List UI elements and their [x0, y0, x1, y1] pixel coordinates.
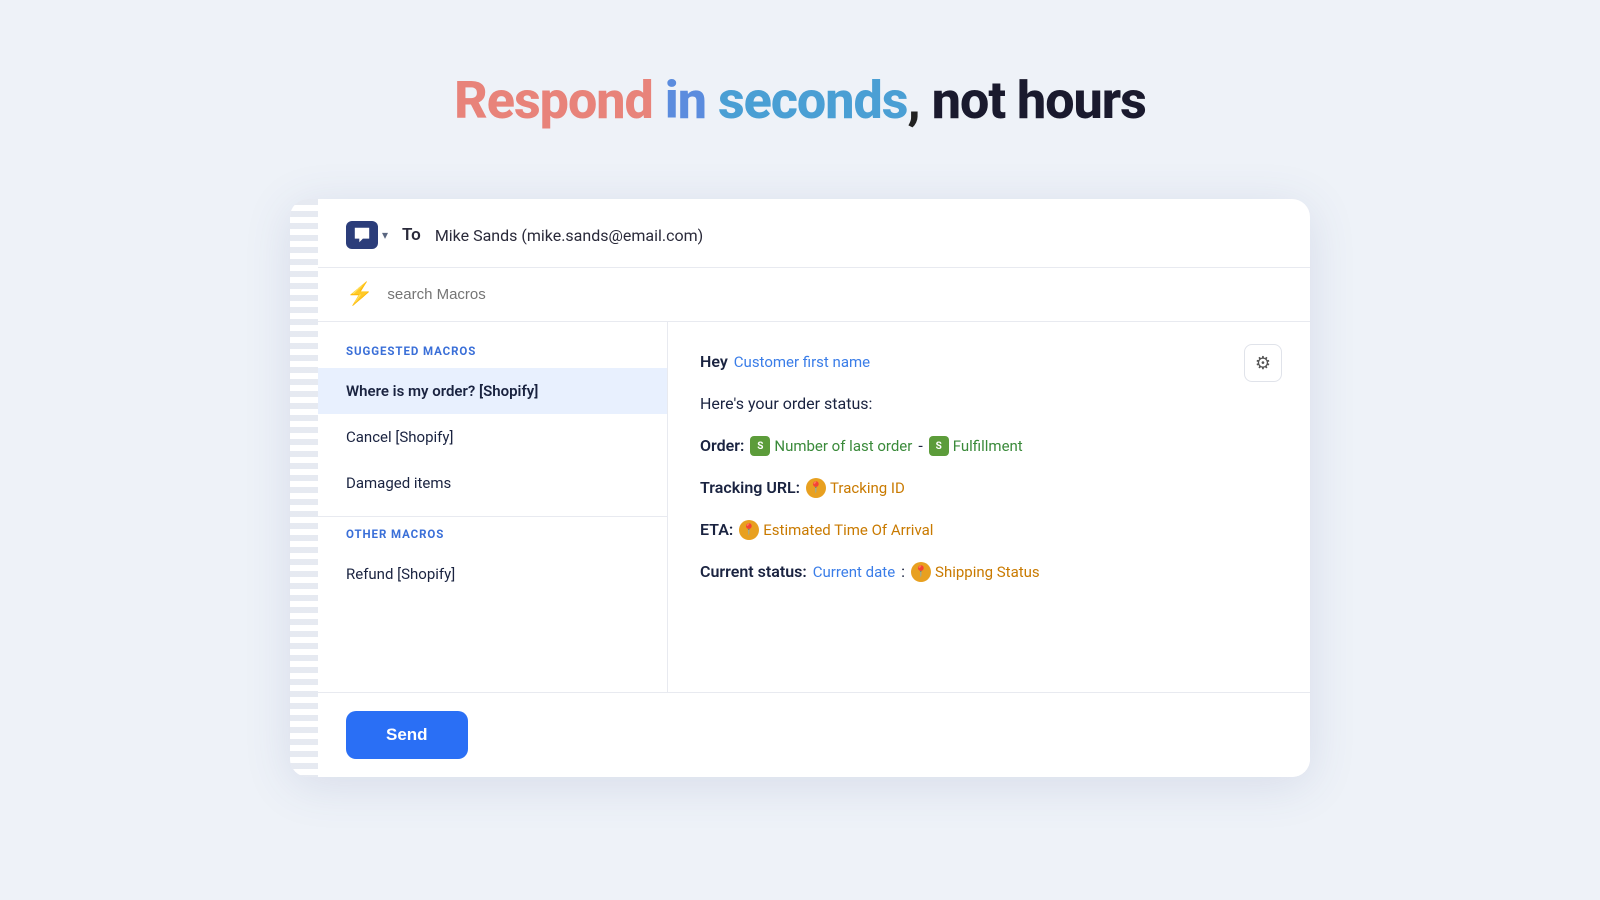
shipping-status-tag[interactable]: 📍 Shipping Status: [911, 561, 1040, 584]
search-input[interactable]: [387, 286, 1282, 303]
suggested-macros-label: SUGGESTED MACROS: [318, 344, 667, 368]
body-area: SUGGESTED MACROS Where is my order? [Sho…: [318, 322, 1310, 692]
left-panel: SUGGESTED MACROS Where is my order? [Sho…: [318, 322, 668, 692]
to-label: To: [402, 225, 421, 245]
current-status-label: Current status:: [700, 560, 807, 584]
chat-icon-wrap: ▾: [346, 221, 388, 249]
tracking-label: Tracking URL:: [700, 476, 800, 500]
fulfillment-tag[interactable]: S Fulfillment: [929, 435, 1023, 458]
order-status-line: Here's your order status:: [700, 392, 1274, 416]
send-button[interactable]: Send: [346, 711, 468, 759]
hero-seconds: seconds: [718, 70, 907, 131]
macro-item-damaged[interactable]: Damaged items: [318, 460, 667, 506]
customer-first-name-tag[interactable]: Customer first name: [734, 351, 870, 374]
macro-item-cancel[interactable]: Cancel [Shopify]: [318, 414, 667, 460]
other-macros-label: OTHER MACROS: [318, 527, 667, 551]
order-label: Order:: [700, 434, 744, 458]
macro-item-refund[interactable]: Refund [Shopify]: [318, 551, 667, 597]
hero-title: Respond in seconds, not hours: [454, 72, 1146, 129]
hero-comma: ,: [907, 70, 919, 131]
macro-item-where-is-my-order[interactable]: Where is my order? [Shopify]: [318, 368, 667, 414]
dropdown-arrow-icon[interactable]: ▾: [382, 228, 388, 242]
order-status-text: Here's your order status:: [700, 392, 872, 416]
right-panel: ⚙ Hey Customer first name Here's your or…: [668, 322, 1310, 692]
divider: [318, 516, 667, 517]
eta-label: ETA:: [700, 518, 733, 542]
location-icon-status: 📍: [911, 562, 931, 582]
status-colon: :: [901, 560, 905, 584]
shopify-icon-fulfillment: S: [929, 436, 949, 456]
current-date-tag[interactable]: Current date: [813, 561, 895, 584]
dash-separator: -: [918, 434, 922, 458]
card-footer: Send: [318, 692, 1310, 777]
message-icon: [353, 226, 371, 244]
eta-line: ETA: 📍 Estimated Time Of Arrival: [700, 518, 1274, 542]
hero-in: in: [653, 70, 718, 131]
settings-button[interactable]: ⚙: [1244, 344, 1282, 382]
to-header: ▾ To Mike Sands (mike.sands@email.com): [318, 199, 1310, 268]
tracking-line: Tracking URL: 📍 Tracking ID: [700, 476, 1274, 500]
search-bar: ⚡: [318, 268, 1310, 322]
tracking-id-tag[interactable]: 📍 Tracking ID: [806, 477, 905, 500]
greeting-line: Hey Customer first name: [700, 350, 1274, 374]
gear-icon: ⚙: [1255, 353, 1271, 374]
current-status-line: Current status: Current date : 📍 Shippin…: [700, 560, 1274, 584]
eta-tag[interactable]: 📍 Estimated Time Of Arrival: [739, 519, 933, 542]
hero-not-hours: not hours: [920, 70, 1146, 131]
location-icon-tracking: 📍: [806, 478, 826, 498]
app-card: ▾ To Mike Sands (mike.sands@email.com) ⚡…: [290, 199, 1310, 777]
chat-icon: [346, 221, 378, 249]
location-icon-eta: 📍: [739, 520, 759, 540]
order-details-line: Order: S Number of last order - S Fulfil…: [700, 434, 1274, 458]
number-of-last-order-tag[interactable]: S Number of last order: [750, 435, 912, 458]
greeting-hey: Hey: [700, 350, 728, 374]
hero-respond: Respond: [454, 70, 653, 131]
shopify-icon-order: S: [750, 436, 770, 456]
lightning-icon: ⚡: [346, 282, 373, 307]
recipient-value: Mike Sands (mike.sands@email.com): [435, 226, 703, 245]
